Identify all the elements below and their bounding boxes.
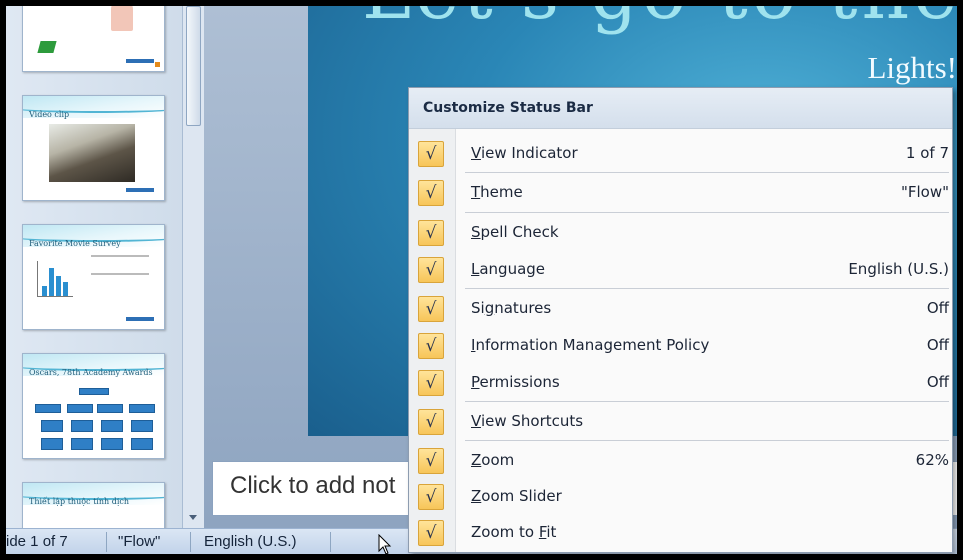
menu-separator xyxy=(465,401,949,402)
checkmark-icon: √ xyxy=(418,409,444,435)
thumb-chart-bar xyxy=(49,268,54,296)
menu-item-label: Zoom to Fit xyxy=(471,523,557,541)
checkmark-icon: √ xyxy=(418,520,444,546)
menu-item-label: Permissions xyxy=(471,373,560,391)
thumb-chart-bar xyxy=(56,276,61,296)
checkmark-icon: √ xyxy=(418,141,444,167)
thumb-chart-bar xyxy=(42,286,47,296)
thumb-title: Oscars, 78th Academy Awards xyxy=(29,368,153,377)
menu-item-value: Off xyxy=(926,373,949,391)
slide-thumbnail-video-clip[interactable]: Video clip xyxy=(22,95,165,201)
menu-separator xyxy=(465,288,949,289)
menu-item-label: Theme xyxy=(471,183,523,201)
thumb-title: Thiết lập thuộc tính dịch xyxy=(29,497,130,506)
menu-item-language[interactable]: √ Language English (U.S.) xyxy=(409,251,952,288)
menu-item-zoom[interactable]: √ Zoom 62% xyxy=(409,442,952,479)
menu-item-zoom-to-fit[interactable]: √ Zoom to Fit xyxy=(409,514,952,551)
scrollbar-thumb[interactable] xyxy=(186,6,201,126)
menu-title: Customize Status Bar xyxy=(409,88,952,129)
menu-item-label: Zoom xyxy=(471,451,515,469)
status-theme[interactable]: "Flow" xyxy=(118,529,160,554)
menu-item-label: Language xyxy=(471,260,546,278)
org-box xyxy=(35,404,61,413)
menu-item-signatures[interactable]: √ Signatures Off xyxy=(409,290,952,327)
thumb-title: Video clip xyxy=(29,110,70,119)
org-box xyxy=(67,404,93,413)
org-box xyxy=(97,404,123,413)
clipart-icon xyxy=(37,41,57,53)
menu-item-label: Signatures xyxy=(471,299,552,317)
menu-item-information-management-policy[interactable]: √ Information Management Policy Off xyxy=(409,327,952,364)
org-box xyxy=(41,438,63,450)
slide-thumbnail-movie-survey[interactable]: Favorite Movie Survey xyxy=(22,224,165,330)
org-box xyxy=(101,420,123,432)
menu-item-label: View Shortcuts xyxy=(471,412,584,430)
menu-item-label: Zoom Slider xyxy=(471,487,562,505)
clipart-figure xyxy=(111,6,133,31)
checkmark-icon: √ xyxy=(418,333,444,359)
mouse-pointer-icon xyxy=(378,534,392,554)
menu-item-spell-check[interactable]: √ Spell Check xyxy=(409,214,952,251)
checkmark-icon: √ xyxy=(418,220,444,246)
org-box xyxy=(101,438,123,450)
thumb-org-chart xyxy=(33,388,157,454)
slide-heading: Let's go to the xyxy=(362,6,957,36)
org-box xyxy=(71,438,93,450)
thumb-footer-bar xyxy=(126,317,154,321)
checkmark-icon: √ xyxy=(418,370,444,396)
video-frame-image xyxy=(49,124,135,182)
org-box xyxy=(71,420,93,432)
slide-thumbnail-1[interactable] xyxy=(22,6,165,72)
org-box xyxy=(131,420,153,432)
checkmark-icon: √ xyxy=(418,257,444,283)
status-separator xyxy=(190,532,191,552)
menu-item-view-shortcuts[interactable]: √ View Shortcuts xyxy=(409,403,952,440)
menu-separator xyxy=(465,440,949,441)
slide-thumbnail-oscars[interactable]: Oscars, 78th Academy Awards xyxy=(22,353,165,459)
thumbnail-scrollbar[interactable] xyxy=(182,6,204,528)
thumb-bar-chart xyxy=(37,261,73,297)
status-language[interactable]: English (U.S.) xyxy=(204,529,297,554)
thumb-footer-bar xyxy=(126,59,154,63)
menu-item-value: Off xyxy=(926,299,949,317)
checkmark-icon: √ xyxy=(418,448,444,474)
menu-separator xyxy=(465,172,949,173)
menu-item-value: English (U.S.) xyxy=(848,260,949,278)
menu-item-label: View Indicator xyxy=(471,144,578,162)
slide-subtitle: Lights! xyxy=(867,50,957,85)
thumb-footer-bar xyxy=(126,188,154,192)
menu-item-value: 1 of 7 xyxy=(905,144,949,162)
menu-item-value: 62% xyxy=(915,451,949,469)
org-box xyxy=(129,404,155,413)
thumb-text-block xyxy=(91,255,149,275)
menu-item-value: "Flow" xyxy=(900,183,949,201)
status-separator xyxy=(106,532,107,552)
status-separator xyxy=(330,532,331,552)
menu-separator xyxy=(465,212,949,213)
menu-item-theme[interactable]: √ Theme "Flow" xyxy=(409,174,952,211)
menu-item-value: Off xyxy=(926,336,949,354)
menu-item-label: Spell Check xyxy=(471,223,559,241)
org-box xyxy=(131,438,153,450)
menu-item-zoom-slider[interactable]: √ Zoom Slider xyxy=(409,478,952,515)
scroll-down-arrow-icon[interactable] xyxy=(189,515,197,520)
customize-status-bar-menu: Customize Status Bar √ View Indicator 1 … xyxy=(408,87,953,553)
thumb-chart-bar xyxy=(63,282,68,296)
checkmark-icon: √ xyxy=(418,484,444,510)
thumb-marker xyxy=(155,62,160,67)
menu-item-permissions[interactable]: √ Permissions Off xyxy=(409,364,952,401)
checkmark-icon: √ xyxy=(418,296,444,322)
status-slide-indicator[interactable]: ide 1 of 7 xyxy=(6,529,68,554)
menu-item-view-indicator[interactable]: √ View Indicator 1 of 7 xyxy=(409,135,952,172)
menu-item-label: Information Management Policy xyxy=(471,336,710,354)
slide-thumbnail-pane: Video clip Favorite Movie Survey Oscars,… xyxy=(6,6,182,542)
notes-placeholder: Click to add not xyxy=(230,472,396,499)
checkmark-icon: √ xyxy=(418,180,444,206)
org-box xyxy=(79,388,109,395)
thumb-title: Favorite Movie Survey xyxy=(29,239,121,248)
org-box xyxy=(41,420,63,432)
